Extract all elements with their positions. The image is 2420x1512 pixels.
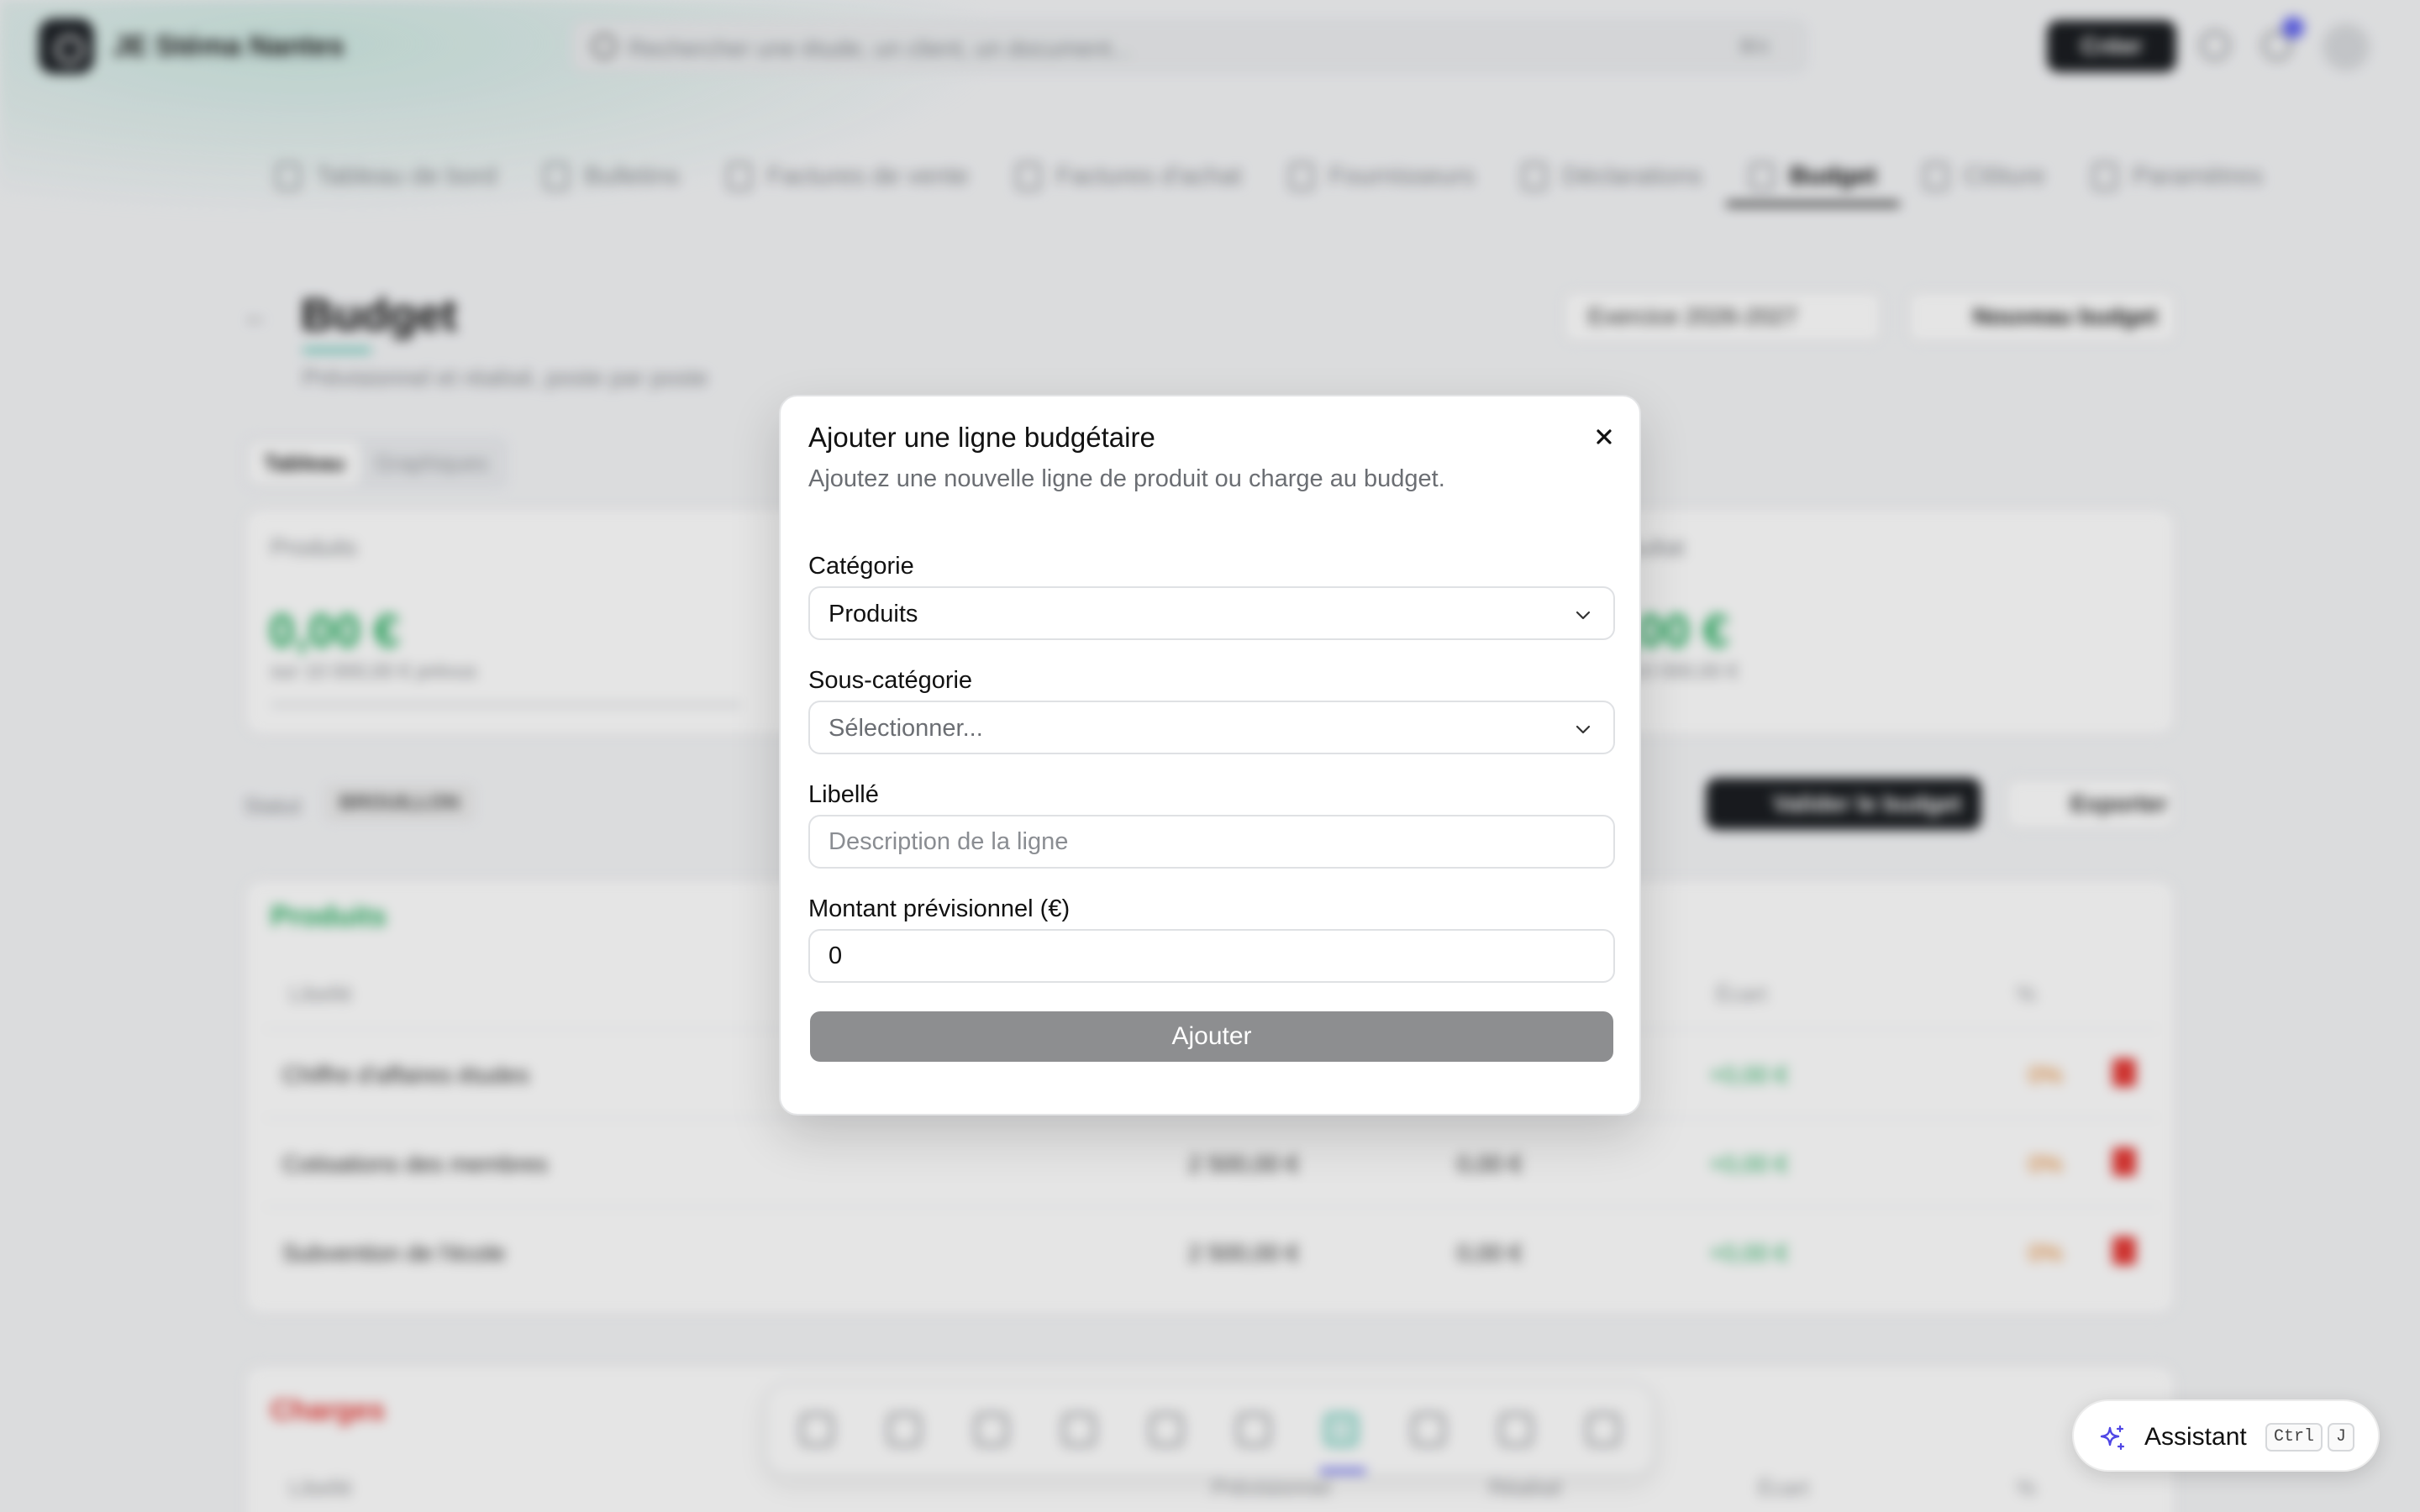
add-budget-line-dialog: Ajouter une ligne budgétaire Ajoutez une…	[779, 395, 1641, 1116]
amount-input[interactable]	[808, 929, 1615, 983]
close-button[interactable]	[1587, 420, 1621, 454]
chevron-down-icon	[1576, 725, 1591, 734]
close-icon	[1597, 429, 1612, 444]
assistant-label: Assistant	[2144, 1423, 2247, 1451]
label-field-label: Libellé	[808, 781, 879, 808]
category-label: Catégorie	[808, 553, 914, 580]
label-input[interactable]	[808, 815, 1615, 869]
add-button[interactable]: Ajouter	[810, 1011, 1613, 1062]
category-value: Produits	[829, 601, 918, 627]
sparkle-icon	[2100, 1425, 2125, 1451]
subcategory-select[interactable]: Sélectionner...	[808, 701, 1615, 754]
shortcut-key-ctrl: Ctrl	[2265, 1423, 2323, 1452]
category-select[interactable]: Produits	[808, 586, 1615, 640]
amount-label: Montant prévisionnel (€)	[808, 895, 1071, 922]
dialog-description: Ajoutez une nouvelle ligne de produit ou…	[808, 465, 1445, 492]
subcategory-placeholder: Sélectionner...	[829, 715, 983, 742]
dialog-title: Ajouter une ligne budgétaire	[808, 422, 1155, 453]
subcategory-label: Sous-catégorie	[808, 667, 973, 694]
shortcut-key-j: J	[2328, 1423, 2355, 1452]
assistant-button[interactable]: Assistant Ctrl J	[2072, 1399, 2380, 1472]
chevron-down-icon	[1576, 611, 1591, 620]
